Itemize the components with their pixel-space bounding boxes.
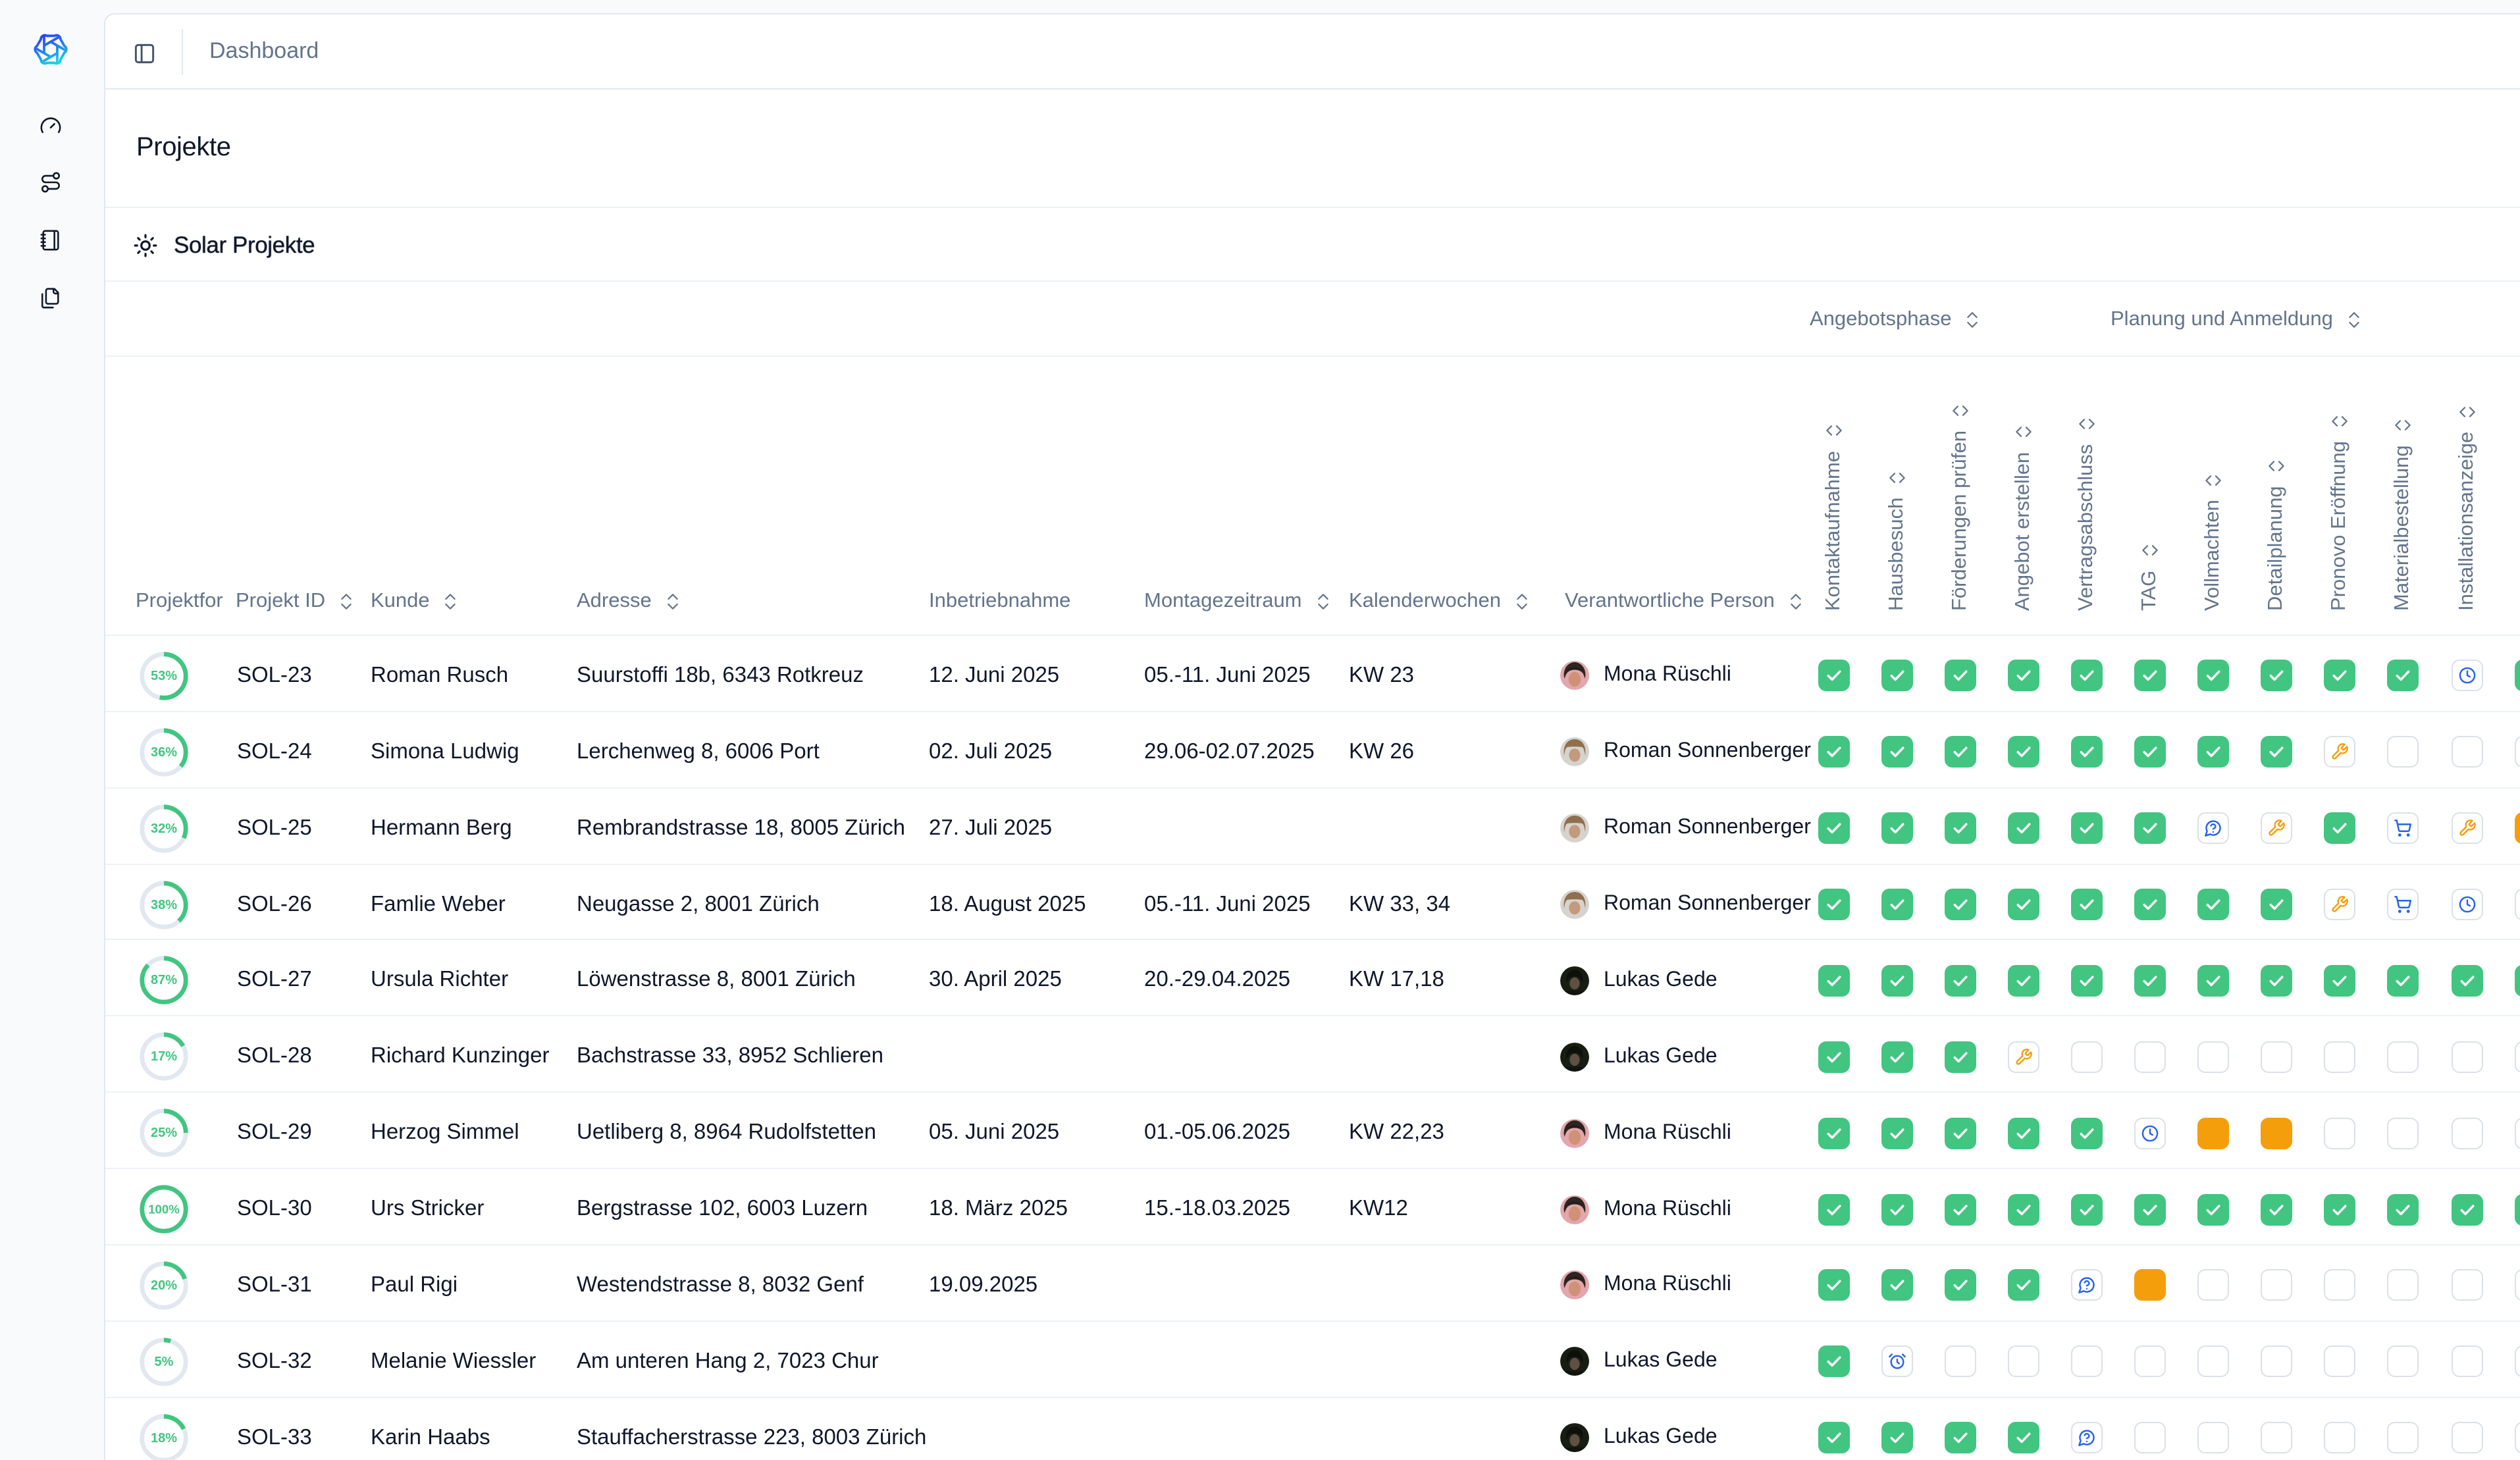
svg-text:38%: 38% [151,897,177,912]
svg-text:25%: 25% [151,1126,177,1140]
svg-text:36%: 36% [151,745,177,760]
svg-text:53%: 53% [151,669,177,683]
svg-text:18%: 18% [151,1430,177,1445]
svg-text:32%: 32% [151,821,177,835]
svg-text:100%: 100% [149,1203,180,1216]
svg-text:20%: 20% [151,1278,177,1293]
svg-text:17%: 17% [151,1050,177,1064]
svg-text:87%: 87% [151,974,177,988]
svg-text:5%: 5% [155,1355,174,1369]
